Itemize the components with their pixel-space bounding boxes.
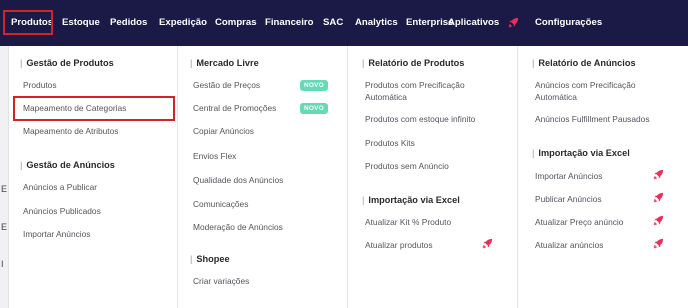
menu-item-produtos-estoque-infinito[interactable]: Produtos com estoque infinito [365,113,475,125]
nav-item-configuracoes[interactable]: Configurações [535,0,602,46]
rocket-icon [653,192,664,203]
background-text: E [1,184,8,194]
menu-item-atualizar-produtos[interactable]: Atualizar produtos [365,239,433,251]
nav-item-enterprise[interactable]: Enterprise [406,0,453,46]
section-heading-importacao-excel: | Importação via Excel [362,195,460,205]
new-badge: NOVO [300,103,329,114]
section-heading-shopee: | Shopee [190,254,230,264]
nav-item-pedidos[interactable]: Pedidos [110,0,147,46]
menu-item-anuncios-fulfillment-pausados[interactable]: Anúncios Fulfillment Pausados [535,113,650,125]
menu-item-anuncios-publicados[interactable]: Anúncios Publicados [23,205,101,217]
menu-item-produtos[interactable]: Produtos [23,79,57,91]
nav-item-financeiro[interactable]: Financeiro [265,0,314,46]
active-nav-highlight [3,10,53,35]
menu-item-atualizar-kit-produto[interactable]: Atualizar Kit % Produto [365,216,451,228]
menu-item-produtos-precificacao-automatica[interactable]: Produtos com Precificação Automática [365,79,485,103]
nav-item-aplicativos[interactable]: Aplicativos [448,0,499,46]
menu-item-importar-anuncios-excel[interactable]: Importar Anúncios [535,170,603,182]
section-heading-gestao-anuncios: | Gestão de Anúncios [20,160,115,170]
menu-item-gestao-precos[interactable]: Gestão de Preços [193,79,260,91]
column-divider [177,46,178,308]
nav-item-compras[interactable]: Compras [215,0,257,46]
menu-item-envios-flex[interactable]: Envios Flex [193,150,236,162]
menu-item-produtos-sem-anuncio[interactable]: Produtos sem Anúncio [365,160,449,172]
nav-item-analytics[interactable]: Analytics [355,0,398,46]
column-divider [347,46,348,308]
nav-item-expedicao[interactable]: Expedição [159,0,207,46]
menu-item-central-promocoes[interactable]: Central de Promoções [193,102,276,114]
section-heading-relatorio-produtos: | Relatório de Produtos [362,58,465,68]
rocket-icon [653,169,664,180]
menu-item-anuncios-precificacao-automatica[interactable]: Anúncios com Precificação Automática [535,79,660,103]
rocket-icon [508,17,519,28]
section-heading-gestao-produtos: | Gestão de Produtos [20,58,114,68]
nav-item-sac[interactable]: SAC [323,0,343,46]
menu-item-qualidade-anuncios[interactable]: Qualidade dos Anúncios [193,174,283,186]
menu-item-criar-variacoes[interactable]: Criar variações [193,275,249,287]
menu-item-moderacao-anuncios[interactable]: Moderação de Anúncios [193,221,283,233]
menu-item-atualizar-anuncios[interactable]: Atualizar anúncios [535,239,603,251]
column-divider [517,46,518,308]
background-text: E [1,222,8,232]
rocket-icon [653,215,664,226]
background-page-strip: E E I [0,46,9,308]
new-badge: NOVO [300,80,329,91]
menu-item-atualizar-preco-anuncio[interactable]: Atualizar Preço anúncio [535,216,623,228]
section-heading-mercado-livre: | Mercado Livre [190,58,259,68]
menu-item-publicar-anuncios[interactable]: Publicar Anúncios [535,193,602,205]
menu-item-mapeamento-atributos[interactable]: Mapeamento de Atributos [23,125,118,137]
nav-item-estoque[interactable]: Estoque [62,0,100,46]
menu-item-comunicacoes[interactable]: Comunicações [193,198,248,210]
menu-item-produtos-kits[interactable]: Produtos Kits [365,137,415,149]
menu-item-anuncios-a-publicar[interactable]: Anúncios a Publicar [23,181,97,193]
top-navigation-bar: Produtos Estoque Pedidos Expedição Compr… [0,0,688,46]
rocket-icon [653,238,664,249]
menu-item-copiar-anuncios[interactable]: Copiar Anúncios [193,125,254,137]
menu-item-importar-anuncios[interactable]: Importar Anúncios [23,228,91,240]
rocket-icon [482,238,493,249]
selected-item-highlight [13,96,175,121]
section-heading-relatorio-anuncios: | Relatório de Anúncios [532,58,636,68]
section-heading-importacao-excel: | Importação via Excel [532,148,630,158]
background-text: I [1,259,4,269]
